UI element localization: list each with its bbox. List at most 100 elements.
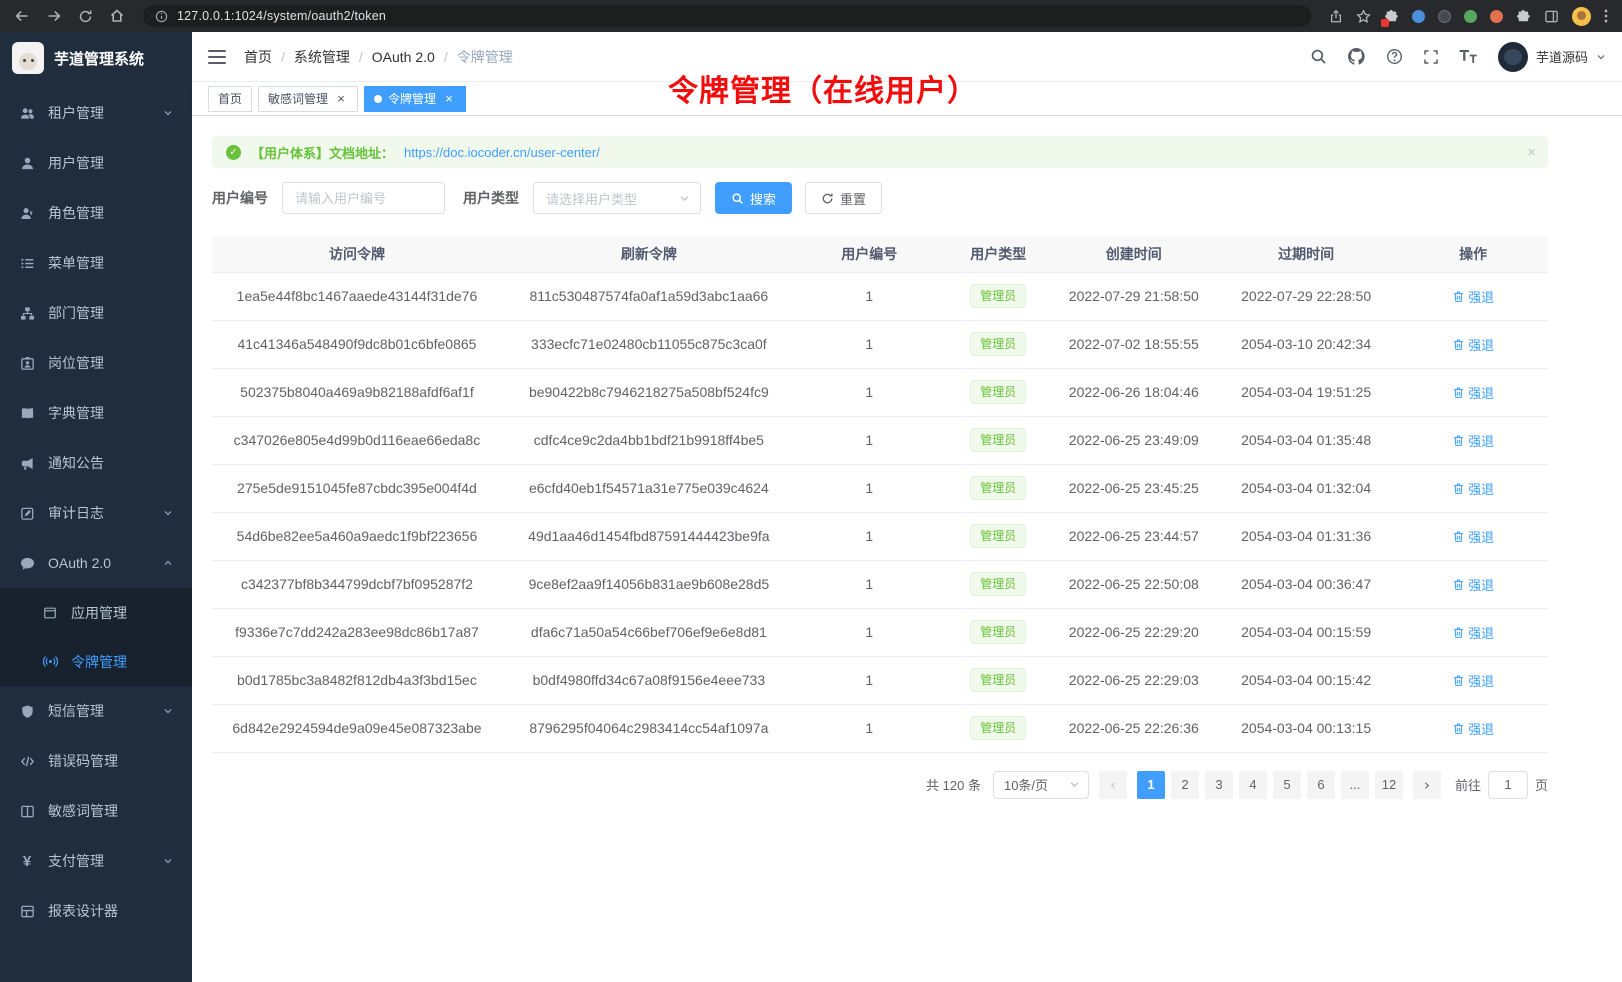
- force-logout-button[interactable]: 强退: [1452, 527, 1494, 546]
- tab-敏感词管理[interactable]: 敏感词管理×: [258, 86, 358, 112]
- extensions-puzzle-icon[interactable]: [1516, 9, 1531, 24]
- sidebar-collapse-icon[interactable]: [208, 50, 226, 64]
- bookmark-star-icon[interactable]: [1356, 9, 1371, 24]
- sidebar-panel-icon[interactable]: [1544, 9, 1559, 24]
- expire-time-cell: 2054-03-10 20:42:34: [1214, 320, 1398, 368]
- tab-close-icon[interactable]: ×: [334, 92, 348, 106]
- force-logout-button[interactable]: 强退: [1452, 287, 1494, 306]
- sidebar-item-dict[interactable]: 字典管理: [0, 388, 192, 438]
- goto-page-input[interactable]: [1488, 771, 1528, 799]
- sidebar-item-label: 通知公告: [48, 453, 173, 473]
- alert-close-icon[interactable]: ×: [1527, 145, 1536, 160]
- site-info-icon[interactable]: [155, 10, 168, 23]
- sidebar-item-report-designer[interactable]: 报表设计器: [0, 886, 192, 936]
- delete-icon: [1452, 482, 1465, 495]
- tab-首页[interactable]: 首页: [208, 86, 252, 112]
- user-type-badge: 管理员: [970, 476, 1026, 500]
- column-header: 操作: [1398, 236, 1548, 272]
- sidebar-item-oauth2[interactable]: OAuth 2.0: [0, 538, 192, 588]
- extension-blue-icon[interactable]: [1412, 10, 1425, 23]
- page-button-6[interactable]: 6: [1307, 771, 1335, 799]
- created-time-cell: 2022-06-26 18:04:46: [1054, 368, 1214, 416]
- sidebar-item-label: 用户管理: [48, 153, 173, 173]
- extension-green-icon[interactable]: [1464, 10, 1477, 23]
- extension-orange-icon[interactable]: [1490, 10, 1503, 23]
- sidebar-item-post[interactable]: 岗位管理: [0, 338, 192, 388]
- sidebar-item-sensitive-word[interactable]: 敏感词管理: [0, 786, 192, 836]
- extension-dark-icon[interactable]: [1438, 10, 1451, 23]
- force-logout-button[interactable]: 强退: [1452, 479, 1494, 498]
- refresh-token-cell: cdfc4ce9c2da4bb1bdf21b9918ff4be5: [502, 416, 796, 464]
- app-title: 芋道管理系统: [54, 48, 144, 69]
- font-size-icon[interactable]: [1459, 49, 1478, 64]
- github-icon[interactable]: [1347, 47, 1366, 66]
- sidebar-item-tenant[interactable]: 租户管理: [0, 88, 192, 138]
- search-icon[interactable]: [1310, 48, 1327, 65]
- chevron-down-icon: [163, 108, 173, 118]
- help-icon[interactable]: [1386, 48, 1403, 65]
- sidebar-item-dept[interactable]: 部门管理: [0, 288, 192, 338]
- breadcrumb-item[interactable]: OAuth 2.0: [372, 49, 435, 65]
- reset-button[interactable]: 重置: [805, 182, 882, 214]
- force-logout-button[interactable]: 强退: [1452, 383, 1494, 402]
- user-id-input[interactable]: [282, 182, 445, 214]
- user-id-label: 用户编号: [212, 188, 268, 208]
- sidebar-item-error-code[interactable]: 错误码管理: [0, 736, 192, 786]
- force-logout-button[interactable]: 强退: [1452, 431, 1494, 450]
- chevron-down-icon: [1596, 52, 1606, 62]
- tab-令牌管理[interactable]: 令牌管理×: [364, 86, 466, 112]
- force-logout-button[interactable]: 强退: [1452, 719, 1494, 738]
- sidebar-item-notice[interactable]: 通知公告: [0, 438, 192, 488]
- user-type-select[interactable]: 请选择用户类型: [533, 182, 701, 214]
- address-bar[interactable]: 127.0.0.1:1024/system/oauth2/token: [143, 5, 1311, 27]
- page-size-select[interactable]: 10条/页: [993, 771, 1089, 799]
- alert-doc-link[interactable]: https://doc.iocoder.cn/user-center/: [404, 145, 600, 160]
- page-ellipsis[interactable]: ...: [1341, 771, 1369, 799]
- extension-badged-icon[interactable]: [1384, 9, 1399, 24]
- page-button-4[interactable]: 4: [1239, 771, 1267, 799]
- force-logout-button[interactable]: 强退: [1452, 671, 1494, 690]
- refresh-token-cell: be90422b8c7946218275a508bf524fc9: [502, 368, 796, 416]
- page-button-5[interactable]: 5: [1273, 771, 1301, 799]
- sidebar-item-sms[interactable]: 短信管理: [0, 686, 192, 736]
- sidebar-item-pay[interactable]: ¥ 支付管理: [0, 836, 192, 886]
- sidebar-item-user[interactable]: 用户管理: [0, 138, 192, 188]
- column-header: 用户编号: [796, 236, 943, 272]
- page-button-2[interactable]: 2: [1171, 771, 1199, 799]
- breadcrumb-item[interactable]: 首页: [244, 47, 272, 67]
- sidebar-item-oauth2-app[interactable]: 应用管理: [0, 588, 192, 637]
- sidebar-item-role[interactable]: 角色管理: [0, 188, 192, 238]
- delete-icon: [1452, 386, 1465, 399]
- search-button[interactable]: 搜索: [715, 182, 792, 214]
- user-id-cell: 1: [796, 368, 943, 416]
- page-button-3[interactable]: 3: [1205, 771, 1233, 799]
- browser-back-button[interactable]: [14, 8, 30, 24]
- browser-profile-avatar[interactable]: [1572, 7, 1591, 26]
- sidebar-item-oauth2-token[interactable]: 令牌管理: [0, 637, 192, 686]
- fullscreen-icon[interactable]: [1423, 49, 1439, 65]
- page-button-12[interactable]: 12: [1375, 771, 1403, 799]
- success-check-icon: ✓: [226, 145, 241, 160]
- browser-nav-buttons: [10, 8, 125, 24]
- next-page-button[interactable]: ›: [1413, 771, 1441, 799]
- force-logout-button[interactable]: 强退: [1452, 335, 1494, 354]
- force-logout-button[interactable]: 强退: [1452, 575, 1494, 594]
- browser-refresh-button[interactable]: [78, 9, 93, 24]
- share-icon[interactable]: [1329, 9, 1343, 24]
- created-time-cell: 2022-06-25 22:50:08: [1054, 560, 1214, 608]
- breadcrumb-item[interactable]: 系统管理: [294, 47, 350, 67]
- browser-menu-icon[interactable]: [1604, 8, 1608, 24]
- tab-close-icon[interactable]: ×: [442, 92, 456, 106]
- user-type-badge: 管理员: [970, 668, 1026, 692]
- browser-home-button[interactable]: [109, 8, 125, 24]
- user-menu[interactable]: 芋道源码: [1498, 42, 1606, 72]
- sidebar-item-menu[interactable]: 菜单管理: [0, 238, 192, 288]
- page-button-1[interactable]: 1: [1137, 771, 1165, 799]
- prev-page-button[interactable]: ‹: [1099, 771, 1127, 799]
- chevron-down-icon: [163, 856, 173, 866]
- sidebar-item-audit-log[interactable]: 审计日志: [0, 488, 192, 538]
- browser-forward-button[interactable]: [46, 8, 62, 24]
- breadcrumb-separator: /: [359, 49, 363, 65]
- force-logout-button[interactable]: 强退: [1452, 623, 1494, 642]
- app-logo[interactable]: 芋道管理系统: [0, 32, 192, 84]
